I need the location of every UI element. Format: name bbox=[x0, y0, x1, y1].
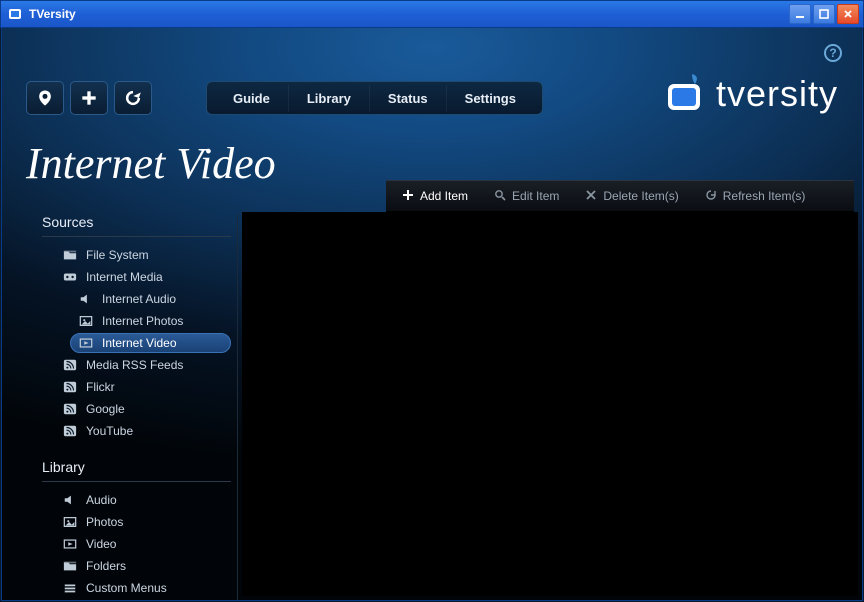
app-body: ? Guide Library Status Settings bbox=[1, 28, 863, 601]
maximize-button[interactable] bbox=[813, 4, 835, 24]
window-titlebar: TVersity bbox=[0, 0, 864, 28]
action-refresh-item[interactable]: Refresh Item(s) bbox=[695, 186, 816, 207]
rss-icon bbox=[62, 402, 78, 416]
photo-icon bbox=[78, 314, 94, 328]
add-button[interactable] bbox=[70, 81, 108, 115]
sidebar-item-label: Internet Audio bbox=[102, 292, 176, 306]
photo-icon bbox=[62, 515, 78, 529]
action-bar: Add Item Edit Item Delete Item(s) Refres… bbox=[386, 180, 854, 212]
sidebar-item-label: File System bbox=[86, 248, 149, 262]
tab-status[interactable]: Status bbox=[370, 85, 447, 112]
sidebar-item-internet-video[interactable]: Internet Video bbox=[70, 333, 231, 353]
search-icon bbox=[494, 189, 506, 204]
menu-icon bbox=[62, 581, 78, 595]
sidebar-item-photos[interactable]: Photos bbox=[54, 512, 231, 532]
refresh-icon bbox=[705, 189, 717, 204]
help-icon[interactable]: ? bbox=[824, 44, 842, 62]
plus-icon bbox=[402, 189, 414, 204]
sidebar-item-label: Media RSS Feeds bbox=[86, 358, 183, 372]
sidebar-item-label: YouTube bbox=[86, 424, 133, 438]
sidebar-item-label: Internet Media bbox=[86, 270, 163, 284]
page-title: Internet Video bbox=[26, 138, 276, 189]
sidebar-item-internet-media[interactable]: Internet Media bbox=[54, 267, 231, 287]
sidebar: Sources File System Internet Media Interne… bbox=[26, 214, 238, 600]
window-title: TVersity bbox=[29, 7, 789, 21]
speaker-icon bbox=[78, 292, 94, 306]
sidebar-item-audio[interactable]: Audio bbox=[54, 490, 231, 510]
close-button[interactable] bbox=[837, 4, 859, 24]
sidebar-item-label: Custom Menus bbox=[86, 581, 167, 595]
brand-logo-icon bbox=[662, 72, 706, 116]
sidebar-item-label: Flickr bbox=[86, 380, 115, 394]
sidebar-item-custom-menus[interactable]: Custom Menus bbox=[54, 578, 231, 598]
nav-tabs: Guide Library Status Settings bbox=[206, 81, 543, 115]
action-add-item[interactable]: Add Item bbox=[392, 186, 478, 207]
minimize-button[interactable] bbox=[789, 4, 811, 24]
sidebar-item-video[interactable]: Video bbox=[54, 534, 231, 554]
sidebar-sources-list: File System Internet Media Internet Audio I… bbox=[26, 245, 231, 441]
sidebar-section-library: Library bbox=[42, 459, 231, 482]
video-icon bbox=[78, 336, 94, 350]
content-area bbox=[242, 212, 858, 596]
tab-settings[interactable]: Settings bbox=[447, 85, 534, 112]
sidebar-item-label: Video bbox=[86, 537, 116, 551]
toolbar-icon-group bbox=[26, 81, 152, 115]
tab-guide[interactable]: Guide bbox=[215, 85, 289, 112]
action-refresh-label: Refresh Item(s) bbox=[723, 189, 806, 203]
speaker-icon bbox=[62, 493, 78, 507]
tab-library[interactable]: Library bbox=[289, 85, 370, 112]
folder-icon bbox=[62, 559, 78, 573]
sidebar-item-label: Folders bbox=[86, 559, 126, 573]
x-icon bbox=[585, 189, 597, 204]
home-button[interactable] bbox=[26, 81, 64, 115]
action-add-label: Add Item bbox=[420, 189, 468, 203]
sidebar-item-label: Internet Photos bbox=[102, 314, 183, 328]
sidebar-item-label: Audio bbox=[86, 493, 117, 507]
globe-icon bbox=[62, 270, 78, 284]
action-delete-item[interactable]: Delete Item(s) bbox=[575, 186, 688, 207]
sidebar-section-sources: Sources bbox=[42, 214, 231, 237]
sidebar-library-list: Audio Photos Video Folders Custom Menus bbox=[26, 490, 231, 598]
sidebar-item-media-rss-feeds[interactable]: Media RSS Feeds bbox=[54, 355, 231, 375]
action-edit-label: Edit Item bbox=[512, 189, 559, 203]
app-icon bbox=[7, 6, 23, 22]
rss-icon bbox=[62, 380, 78, 394]
sidebar-item-folders[interactable]: Folders bbox=[54, 556, 231, 576]
sidebar-item-label: Google bbox=[86, 402, 125, 416]
sidebar-item-internet-photos[interactable]: Internet Photos bbox=[70, 311, 231, 331]
action-delete-label: Delete Item(s) bbox=[603, 189, 678, 203]
sidebar-item-youtube[interactable]: YouTube bbox=[54, 421, 231, 441]
refresh-button[interactable] bbox=[114, 81, 152, 115]
sidebar-item-flickr[interactable]: Flickr bbox=[54, 377, 231, 397]
sidebar-item-label: Photos bbox=[86, 515, 123, 529]
window-controls bbox=[789, 4, 859, 24]
brand-text: tversity bbox=[716, 73, 838, 115]
sidebar-item-label: Internet Video bbox=[102, 336, 177, 350]
video-icon bbox=[62, 537, 78, 551]
folder-icon bbox=[62, 248, 78, 262]
rss-icon bbox=[62, 358, 78, 372]
sidebar-item-file-system[interactable]: File System bbox=[54, 245, 231, 265]
brand: tversity bbox=[662, 72, 838, 116]
sidebar-item-internet-audio[interactable]: Internet Audio bbox=[70, 289, 231, 309]
rss-icon bbox=[62, 424, 78, 438]
action-edit-item[interactable]: Edit Item bbox=[484, 186, 569, 207]
sidebar-item-google[interactable]: Google bbox=[54, 399, 231, 419]
